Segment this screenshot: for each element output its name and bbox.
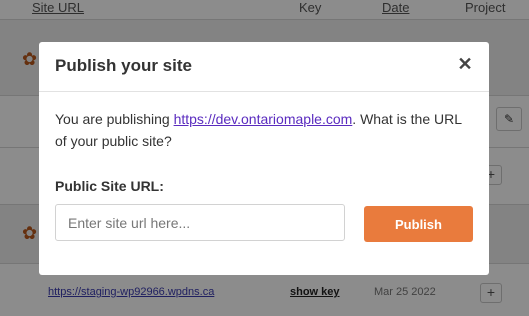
publish-modal: Publish your site ✕ You are publishing h… — [39, 42, 489, 275]
modal-header: Publish your site ✕ — [39, 42, 489, 92]
modal-title: Publish your site — [55, 56, 192, 75]
publish-button[interactable]: Publish — [364, 206, 473, 242]
modal-message: You are publishing https://dev.ontarioma… — [55, 108, 475, 152]
message-prefix: You are publishing — [55, 111, 174, 127]
close-icon[interactable]: ✕ — [455, 54, 475, 74]
public-site-url-label: Public Site URL: — [55, 178, 164, 194]
public-site-url-input[interactable] — [55, 204, 345, 241]
dev-site-link[interactable]: https://dev.ontariomaple.com — [174, 111, 353, 127]
